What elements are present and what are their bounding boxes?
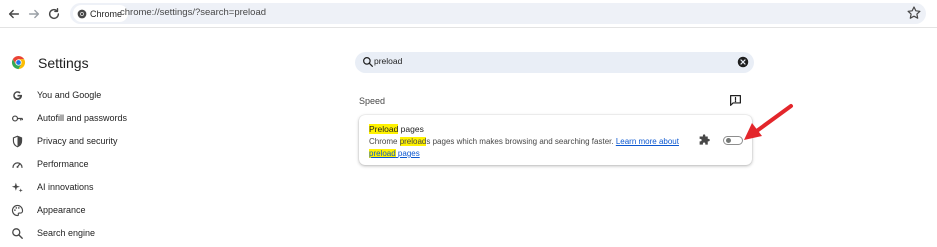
link-text[interactable]: pages: [398, 149, 420, 158]
speedometer-icon: [12, 161, 23, 168]
description-text: Chrome: [369, 137, 400, 146]
setting-title-rest: pages: [398, 124, 424, 134]
sidebar-item-autofill[interactable]: Autofill and passwords: [11, 109, 127, 127]
address-bar[interactable]: Chrome chrome://settings/?search=preload: [70, 3, 926, 24]
chip-label: Chrome: [90, 8, 123, 19]
sidebar-item-label: Autofill and passwords: [37, 113, 128, 123]
toggle-knob: [726, 138, 731, 143]
sidebar-item-label: Performance: [37, 159, 89, 169]
chrome-logo-icon: [77, 9, 87, 18]
search-icon: [363, 57, 373, 67]
sidebar-item-label: AI innovations: [37, 182, 94, 192]
sparkle-icon: [11, 182, 23, 192]
clear-search-icon[interactable]: [737, 56, 749, 68]
chrome-logo-icon: [11, 55, 26, 70]
sidebar-item-privacy[interactable]: Privacy and security: [11, 132, 118, 150]
browser-toolbar: Chrome chrome://settings/?search=preload: [0, 0, 937, 28]
sidebar-item-label: Privacy and security: [37, 136, 118, 146]
sidebar-item-label: You and Google: [37, 90, 102, 100]
sidebar-item-label: Search engine: [37, 228, 96, 238]
search-highlight: preload: [399, 137, 427, 146]
search-input[interactable]: [374, 56, 714, 66]
sidebar-item-search-engine[interactable]: Search engine: [11, 224, 95, 242]
google-icon: [13, 90, 23, 100]
page-title: Settings: [38, 55, 89, 71]
key-icon: [12, 114, 23, 122]
link-text[interactable]: Learn more about: [616, 137, 679, 146]
annotation-arrow: [744, 104, 793, 140]
preload-pages-card: Preload pages Chrome preloads pages whic…: [359, 115, 752, 165]
setting-description: Chrome preloads pages which makes browsi…: [369, 136, 691, 160]
sidebar-item-appearance[interactable]: Appearance: [11, 201, 86, 219]
palette-icon: [11, 204, 24, 216]
shield-icon: [12, 135, 23, 147]
settings-search-box[interactable]: [355, 52, 754, 73]
search-icon: [12, 227, 23, 239]
star-icon[interactable]: [906, 5, 922, 21]
url-text[interactable]: chrome://settings/?search=preload: [120, 7, 266, 18]
sidebar-item-performance[interactable]: Performance: [11, 155, 89, 173]
section-title: Speed: [359, 96, 386, 106]
sidebar-item-you-and-google[interactable]: You and Google: [11, 86, 101, 104]
sidebar-item-ai-innovations[interactable]: AI innovations: [11, 178, 94, 196]
sidebar-item-label: Appearance: [37, 205, 86, 215]
forward-arrow-icon[interactable]: [25, 5, 43, 23]
description-text: s pages which makes browsing and searchi…: [426, 137, 616, 146]
search-highlight: Preload: [369, 124, 399, 134]
extension-puzzle-icon[interactable]: [698, 134, 711, 147]
setting-title: Preload pages: [369, 124, 424, 134]
reload-icon[interactable]: [45, 5, 63, 23]
back-arrow-icon[interactable]: [5, 5, 23, 23]
search-highlight[interactable]: preload: [369, 149, 396, 158]
